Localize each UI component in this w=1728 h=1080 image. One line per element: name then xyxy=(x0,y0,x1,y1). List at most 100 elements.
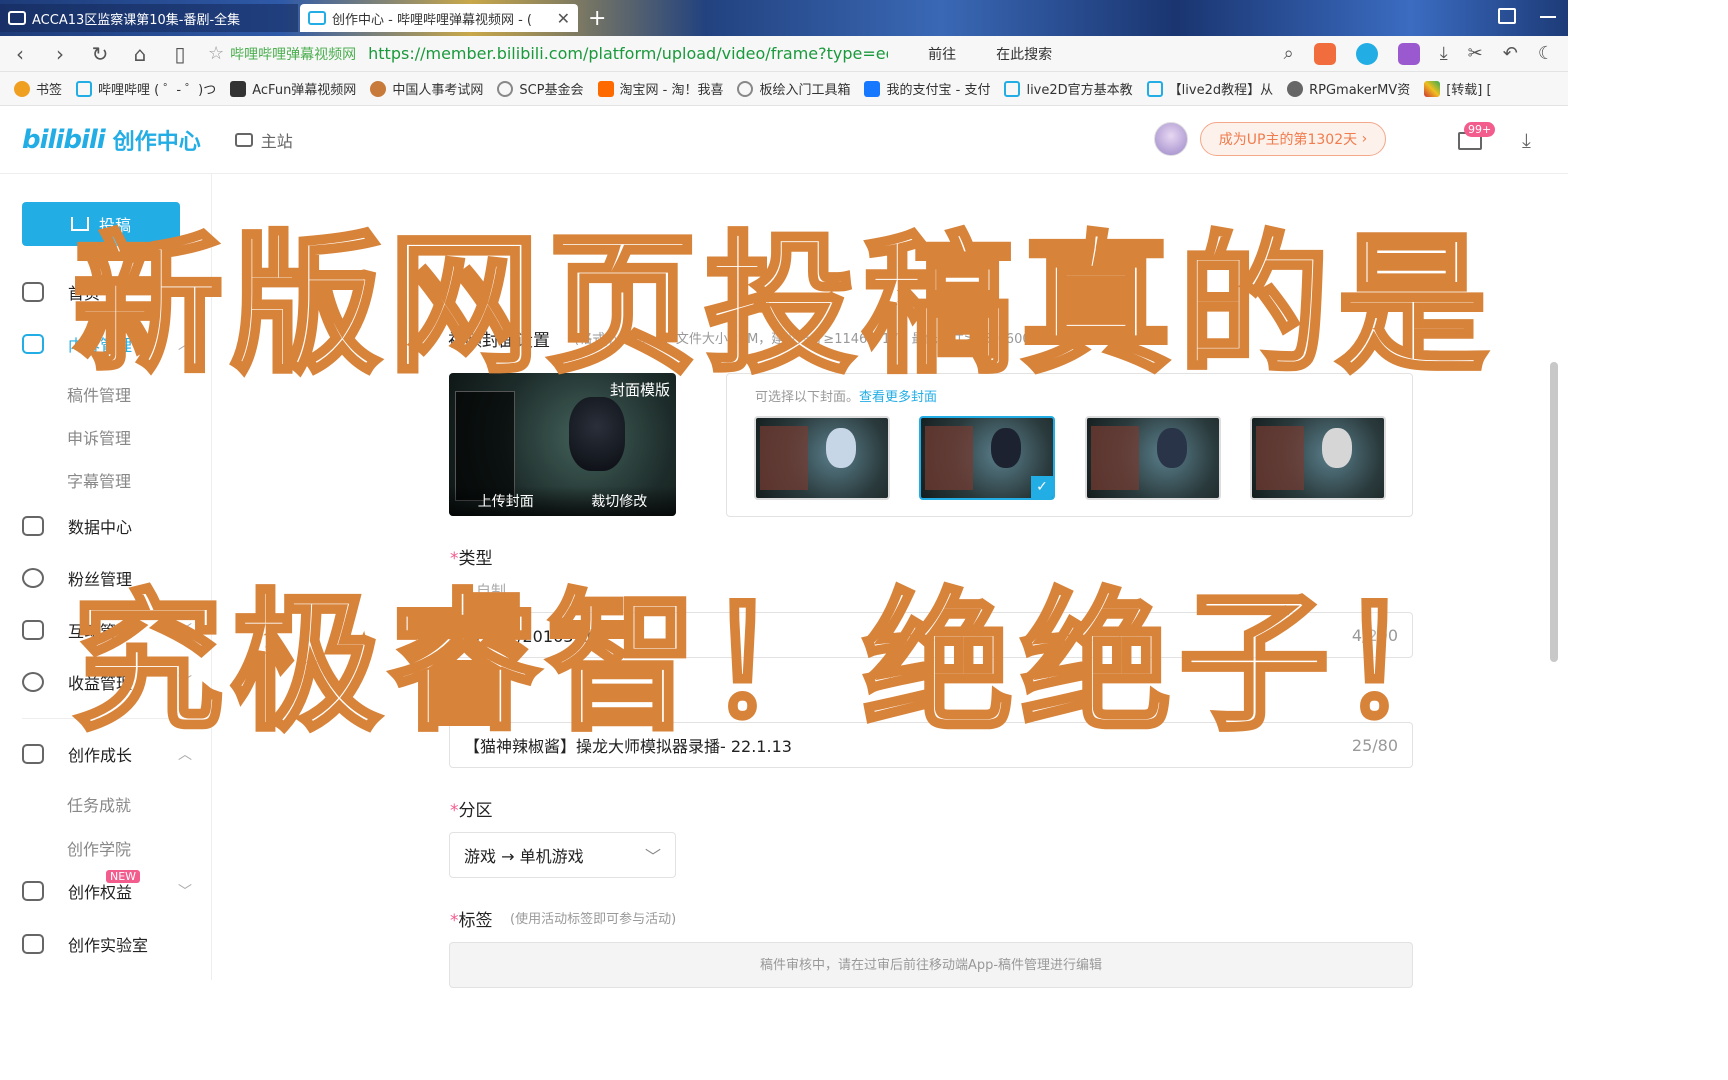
upload-button[interactable]: 投稿 xyxy=(22,202,180,246)
bookmark[interactable]: SCP基金会 xyxy=(497,79,584,98)
bookmark[interactable]: 书签 xyxy=(14,79,62,98)
star-icon xyxy=(14,80,30,97)
bilibili-logo[interactable]: bilibili xyxy=(22,125,106,155)
bilibili-tv-icon xyxy=(308,11,326,25)
bookmark[interactable]: 淘宝网 - 淘！我喜 xyxy=(597,79,723,98)
sidebar-item-content[interactable]: 内容管理 ︿ xyxy=(22,329,192,359)
bookmark[interactable]: 中国人事考试网 xyxy=(370,79,483,98)
source-field[interactable]: 猫神… /2016311/ 4/200 xyxy=(449,612,1413,658)
bookmark[interactable]: [转载] [ xyxy=(1424,79,1492,98)
upload-cover-button[interactable]: 上传封面 xyxy=(478,491,534,511)
chevron-up-icon: ︿ xyxy=(178,747,192,763)
bookmark[interactable]: 【live2d教程】从 xyxy=(1146,79,1273,98)
close-tab-icon[interactable]: ✕ xyxy=(557,9,570,28)
scissors-icon[interactable]: ✂ xyxy=(1468,43,1483,65)
crop-edit-button[interactable]: 裁切修改 xyxy=(591,491,647,511)
bookmarks-bar: 书签 哔哩哔哩 ( ゜- ゜)つ AcFun弹幕视频网 中国人事考试网 SCP基… xyxy=(0,72,1568,106)
sidebar-subitem[interactable]: 字幕管理 xyxy=(67,468,131,492)
bookmark[interactable]: 我的支付宝 - 支付 xyxy=(864,79,990,98)
up-days-pill[interactable]: 成为UP主的第1302天 › xyxy=(1200,122,1386,156)
moon-icon[interactable]: ☾ xyxy=(1538,43,1554,65)
cover-option[interactable] xyxy=(1085,416,1221,500)
user-icon xyxy=(22,568,44,588)
home-icon[interactable]: ⌂ xyxy=(120,42,160,66)
minimize-window-icon[interactable] xyxy=(1540,16,1556,18)
sidebar-item-data[interactable]: 数据中心 xyxy=(22,511,192,541)
type-label: *类型 xyxy=(450,549,493,569)
sidebar-item-interaction[interactable]: 互动管理 ﹀ xyxy=(22,615,192,645)
globe-icon xyxy=(737,80,754,97)
bookmark[interactable]: RPGmakerMV资 xyxy=(1287,79,1410,98)
cover-character xyxy=(569,397,625,471)
thumb-character xyxy=(1322,428,1352,468)
url-field[interactable]: ☆ 哔哩哔哩弹幕视频网 https://member.bilibili.com/… xyxy=(208,43,888,64)
zone-label: *分区 xyxy=(450,801,493,821)
sidebar-item-fans[interactable]: 粉丝管理 xyxy=(22,563,192,593)
cover-option-selected[interactable]: ✓ xyxy=(919,416,1055,500)
infinity-icon[interactable] xyxy=(1355,42,1378,65)
url-text[interactable]: https://member.bilibili.com/platform/upl… xyxy=(368,44,888,63)
star-icon[interactable]: ☆ xyxy=(208,43,224,64)
go-button[interactable]: 前往 xyxy=(928,44,956,64)
picker-hint: 可选择以下封面。查看更多封面 xyxy=(755,390,938,405)
cover-option[interactable] xyxy=(1250,416,1386,500)
sidebar-item-income[interactable]: 收益管理 ﹀ xyxy=(22,667,192,697)
sidebar-subitem[interactable]: 申诉管理 xyxy=(67,425,131,449)
reload-icon[interactable]: ↻ xyxy=(80,42,120,66)
sidebar-item-home[interactable]: 首页 xyxy=(22,277,192,307)
cover-template-button[interactable]: 封面模版 xyxy=(610,379,670,400)
bookmark[interactable]: live2D官方基本教 xyxy=(1004,79,1133,98)
char-count: 4/200 xyxy=(1351,625,1398,645)
toolbar-icons: ⌕ ⤓ ✂ ↶ ☾ xyxy=(1284,42,1568,65)
alipay-icon xyxy=(864,80,881,97)
message-badge: 99+ xyxy=(1464,122,1496,137)
restore-window-icon[interactable] xyxy=(1498,8,1516,24)
cover-option[interactable] xyxy=(754,416,890,500)
more-covers-link[interactable]: 查看更多封面 xyxy=(859,390,937,405)
search-icon[interactable]: ⌕ xyxy=(1284,43,1294,65)
download-icon[interactable]: ⤓ xyxy=(1522,128,1531,152)
chevron-down-icon: ﹀ xyxy=(178,884,192,900)
back-icon[interactable]: ‹ xyxy=(0,42,40,66)
bookmark[interactable]: AcFun弹幕视频网 xyxy=(230,79,356,98)
forward-icon[interactable]: › xyxy=(40,42,80,66)
sidebar-subitem[interactable]: 创作学院 xyxy=(67,836,131,860)
rpgmaker-icon xyxy=(1287,80,1304,97)
browser-tab-active[interactable]: 创作中心 - 哔哩哔哩弹幕视频网 - ( ✕ xyxy=(300,4,578,32)
thumb-panel xyxy=(1256,426,1304,490)
tab-label: 创作中心 - 哔哩哔哩弹幕视频网 - ( xyxy=(332,12,532,28)
main-site-link[interactable]: 主站 xyxy=(234,128,293,152)
undo-icon[interactable]: ↶ xyxy=(1503,43,1518,65)
zone-select[interactable]: 游戏 → 单机游戏 ﹀ xyxy=(449,832,676,878)
translate-icon[interactable] xyxy=(1397,42,1420,65)
download-icon[interactable]: ⤓ xyxy=(1440,43,1448,65)
bilibili-tv-icon xyxy=(1004,80,1021,97)
game-icon[interactable] xyxy=(1313,42,1336,65)
tv-icon xyxy=(234,132,253,147)
sidebar-subitem[interactable]: 稿件管理 xyxy=(67,382,131,406)
graduation-cap-icon xyxy=(22,744,44,764)
thumb-character xyxy=(991,428,1021,468)
divider xyxy=(22,718,182,719)
reading-mode-icon[interactable]: ▯ xyxy=(160,42,200,66)
bookmark[interactable]: 哔哩哔哩 ( ゜- ゜)つ xyxy=(76,79,216,98)
home-icon xyxy=(22,282,44,302)
upload-icon xyxy=(70,217,89,231)
chevron-down-icon: ﹀ xyxy=(178,675,192,691)
sidebar-item-lab[interactable]: 创作实验室 xyxy=(22,929,192,959)
type-value[interactable]: 自制 xyxy=(476,580,506,601)
bilibili-tv-icon xyxy=(76,80,93,97)
new-tab-button[interactable]: + xyxy=(588,6,606,31)
tags-hint: (使用活动标签即可参与活动) xyxy=(510,912,677,927)
title-field[interactable]: 【猫神辣椒酱】操龙大师模拟器录播- 22.1.13 25/80 xyxy=(449,722,1413,768)
sidebar-subitem[interactable]: 任务成就 xyxy=(67,792,131,816)
title-label: *标题 xyxy=(450,691,493,711)
search-input[interactable]: 在此搜索 xyxy=(996,44,1176,64)
scrollbar[interactable] xyxy=(1550,362,1558,662)
sidebar-item-growth[interactable]: 创作成长 ︿ xyxy=(22,739,192,769)
current-cover[interactable]: 封面模版 上传封面 裁切修改 xyxy=(449,373,676,516)
thumb-character xyxy=(1157,428,1187,468)
browser-tab[interactable]: ACCA13区监察课第10集-番剧-全集 xyxy=(0,4,298,32)
bookmark[interactable]: 板绘入门工具箱 xyxy=(737,79,850,98)
avatar[interactable] xyxy=(1154,122,1188,156)
